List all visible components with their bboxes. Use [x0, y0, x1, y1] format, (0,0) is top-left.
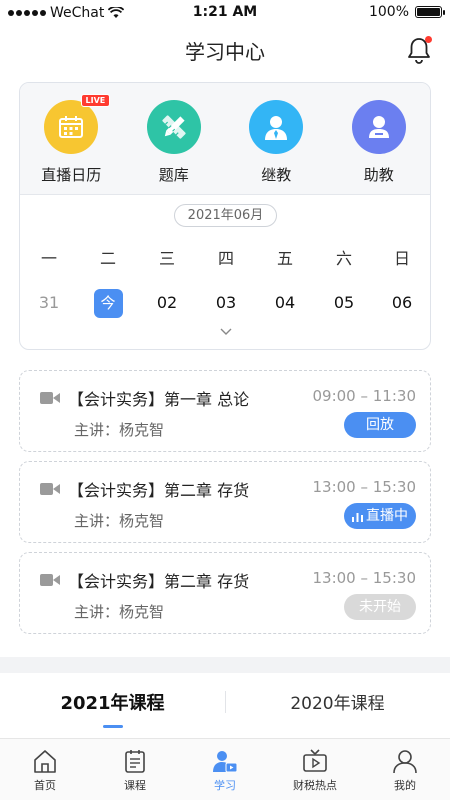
assistant-icon: [351, 100, 406, 154]
date-cell[interactable]: 06: [382, 288, 422, 318]
weekday-label: 二: [99, 249, 116, 268]
tab-tax-news[interactable]: 财税热点: [270, 739, 360, 800]
lesson-teacher: 主讲：杨克智: [74, 603, 165, 621]
quick-label: 助教: [363, 166, 394, 184]
live-badge: LIVE: [80, 94, 111, 107]
profile-icon: [393, 750, 417, 774]
tab-study[interactable]: 学习: [180, 739, 270, 800]
lesson-title: 【会计实务】第一章 总论: [68, 390, 250, 409]
tab-2020-courses[interactable]: 2020年课程: [225, 689, 450, 714]
quick-question-bank[interactable]: 题库: [123, 83, 226, 194]
tab-label: 课程: [124, 779, 146, 792]
quick-label: 直播日历: [41, 166, 102, 184]
lesson-card[interactable]: 【会计实务】第一章 总论 09:00 – 11:30 主讲：杨克智 回放: [19, 370, 431, 452]
study-icon: [213, 751, 238, 773]
date-cell[interactable]: 05: [324, 288, 364, 318]
section-divider: [0, 657, 450, 673]
weekday-label: 六: [335, 249, 352, 268]
lesson-time: 13:00 – 15:30: [312, 478, 417, 496]
chevron-down-icon[interactable]: [220, 326, 232, 338]
lesson-card[interactable]: 【会计实务】第二章 存货 13:00 – 15:30 主讲：杨克智 直播中: [19, 461, 431, 543]
learning-card: LIVE 直播日历 题库 继教 助教 2021年06月 一 二 三 四 五 六 …: [19, 82, 431, 350]
lesson-teacher: 主讲：杨克智: [74, 512, 165, 530]
battery-status: 100%: [368, 4, 445, 20]
video-camera-icon: [40, 483, 60, 495]
lesson-title: 【会计实务】第二章 存货: [68, 481, 250, 500]
live-bars-icon: [352, 512, 363, 522]
page-title: 学习中心: [185, 40, 265, 64]
week-dates: 31 今 02 03 04 05 06: [20, 288, 430, 318]
not-started-button[interactable]: 未开始: [344, 594, 416, 620]
quick-assistant[interactable]: 助教: [328, 83, 431, 194]
weekday-label: 一: [40, 249, 57, 268]
tab-courses[interactable]: 课程: [90, 739, 180, 800]
quick-live-calendar[interactable]: LIVE 直播日历: [20, 83, 123, 194]
tab-home[interactable]: 首页: [0, 739, 90, 800]
date-cell[interactable]: 04: [265, 288, 305, 318]
lesson-title: 【会计实务】第二章 存货: [68, 572, 250, 591]
tab-profile[interactable]: 我的: [360, 739, 450, 800]
quick-continuing-edu[interactable]: 继教: [225, 83, 328, 194]
status-label: 未开始: [359, 599, 401, 615]
video-camera-icon: [40, 574, 60, 586]
teacher-icon: [249, 100, 304, 154]
quick-actions: LIVE 直播日历 题库 继教 助教: [20, 83, 430, 195]
pencil-ruler-icon: [146, 100, 201, 154]
quick-label: 继教: [261, 166, 292, 184]
notification-dot: [425, 36, 432, 43]
tab-2021-courses[interactable]: 2021年课程: [0, 689, 225, 715]
battery-icon: [415, 6, 445, 18]
weekday-header: 一 二 三 四 五 六 日: [20, 245, 430, 268]
calendar-icon: LIVE: [44, 94, 111, 154]
status-label: 直播中: [366, 508, 408, 524]
weekday-label: 五: [276, 249, 293, 268]
course-year-tabs: 2021年课程 2020年课程: [0, 673, 450, 733]
home-icon: [34, 750, 56, 773]
lesson-teacher: 主讲：杨克智: [74, 421, 165, 439]
tab-label: 财税热点: [293, 779, 337, 792]
bottom-tab-bar: 首页 课程 学习 财税热点 我的: [0, 738, 450, 800]
tab-label: 我的: [394, 779, 416, 792]
tab-label: 首页: [34, 779, 56, 792]
date-cell[interactable]: 31: [29, 288, 69, 318]
tab-label: 学习: [214, 779, 236, 792]
battery-percent: 100%: [368, 4, 409, 20]
video-camera-icon: [40, 392, 60, 404]
weekday-label: 日: [393, 249, 410, 268]
today-marker: 今: [93, 289, 123, 318]
course-icon: [125, 750, 145, 773]
status-bar: WeChat 1:21 AM 100%: [0, 0, 450, 26]
live-now-button[interactable]: 直播中: [344, 503, 416, 529]
status-label: 回放: [366, 417, 394, 433]
quick-label: 题库: [158, 166, 189, 184]
notification-button[interactable]: [406, 36, 432, 64]
weekday-label: 四: [217, 249, 234, 268]
date-cell[interactable]: 03: [206, 288, 246, 318]
replay-button[interactable]: 回放: [344, 412, 416, 438]
active-tab-indicator: [103, 725, 123, 728]
lesson-time: 13:00 – 15:30: [312, 569, 417, 587]
tv-icon: [303, 749, 327, 772]
weekday-label: 三: [158, 249, 175, 268]
date-cell[interactable]: 02: [147, 288, 187, 318]
month-selector[interactable]: 2021年06月: [174, 204, 277, 227]
date-cell-today[interactable]: 今: [88, 288, 128, 318]
lesson-card[interactable]: 【会计实务】第二章 存货 13:00 – 15:30 主讲：杨克智 未开始: [19, 552, 431, 634]
lesson-time: 09:00 – 11:30: [312, 387, 417, 405]
